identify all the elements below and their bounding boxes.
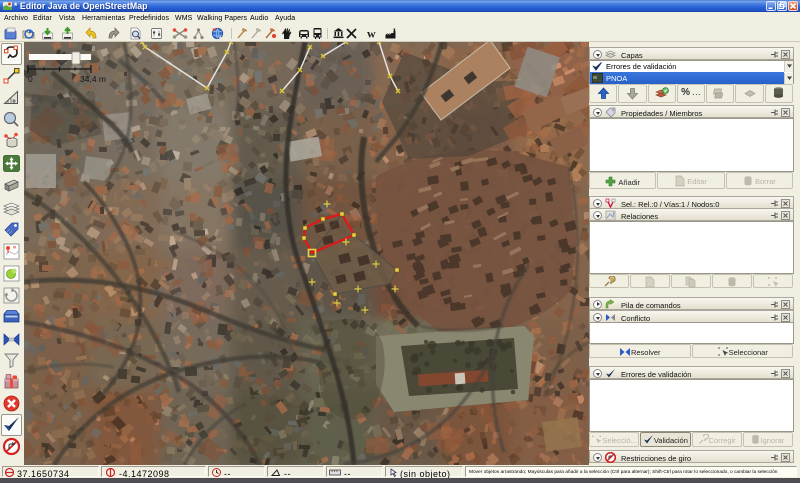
svg-text:34,4 m: 34,4 m bbox=[80, 74, 106, 84]
svg-text:w: w bbox=[367, 27, 376, 40]
svg-text:0: 0 bbox=[28, 74, 33, 84]
